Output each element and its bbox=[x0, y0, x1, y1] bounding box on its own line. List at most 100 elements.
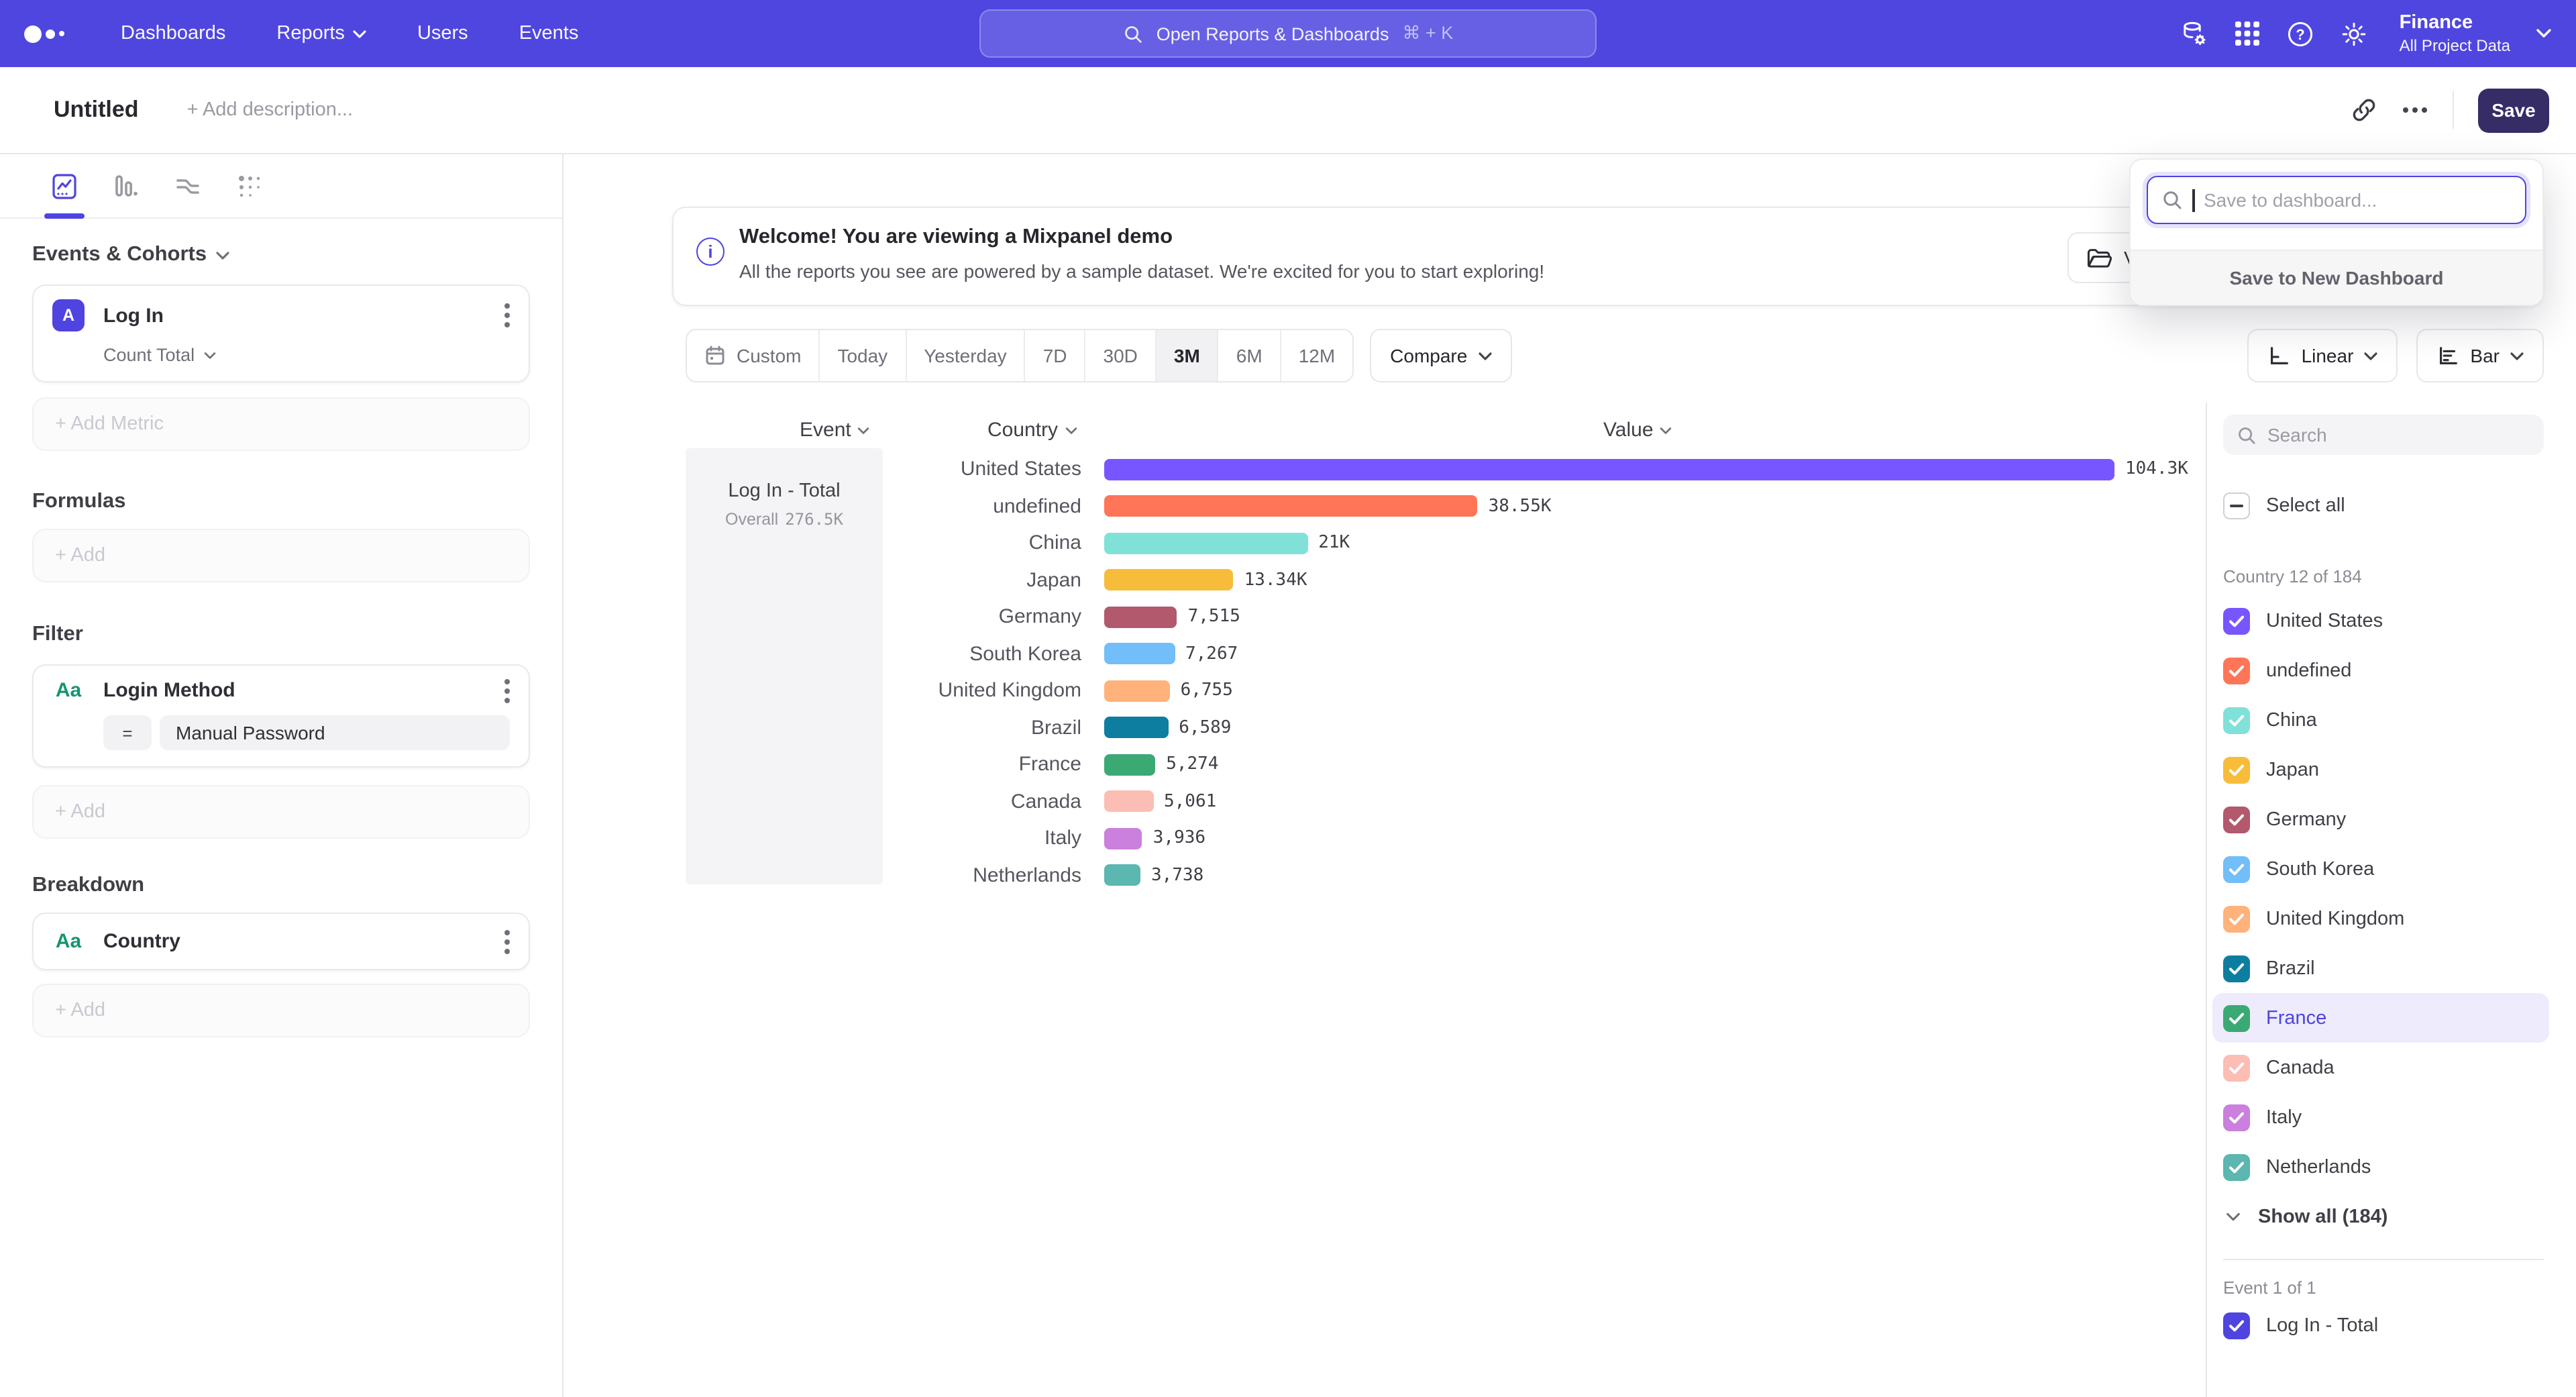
range-today[interactable]: Today bbox=[820, 330, 906, 381]
nav-users[interactable]: Users bbox=[417, 23, 468, 44]
country-checkbox-checked[interactable] bbox=[2223, 756, 2250, 783]
kebab-menu-icon[interactable] bbox=[504, 688, 510, 693]
tab-insights-chart[interactable] bbox=[48, 170, 80, 202]
copy-link-icon[interactable] bbox=[2351, 97, 2377, 123]
event-checkbox-row[interactable]: Log In - Total bbox=[2223, 1312, 2544, 1339]
bar-row: Germany7,515 bbox=[564, 599, 2206, 635]
filter-value[interactable]: Manual Password bbox=[160, 715, 510, 750]
bar[interactable] bbox=[1104, 717, 1168, 739]
country-checkbox-checked[interactable] bbox=[2223, 607, 2250, 634]
range-custom[interactable]: Custom bbox=[687, 330, 820, 381]
tab-funnels[interactable] bbox=[110, 170, 142, 202]
compare-button[interactable]: Compare bbox=[1370, 329, 1511, 382]
country-checkbox-checked[interactable] bbox=[2223, 657, 2250, 684]
series-search-input[interactable]: Search bbox=[2223, 415, 2544, 455]
country-filter-item[interactable]: China bbox=[2212, 695, 2549, 745]
add-filter-button[interactable]: + Add bbox=[32, 785, 530, 839]
metric-name[interactable]: Log In bbox=[103, 304, 164, 327]
country-checkbox-checked[interactable] bbox=[2223, 1004, 2250, 1031]
country-filter-item[interactable]: South Korea bbox=[2212, 844, 2549, 894]
filter-property-name[interactable]: Login Method bbox=[103, 679, 235, 702]
country-filter-item[interactable]: undefined bbox=[2212, 645, 2549, 695]
country-filter-item[interactable]: United States bbox=[2212, 596, 2549, 645]
bar[interactable] bbox=[1104, 680, 1170, 702]
country-checkbox-checked[interactable] bbox=[2223, 1104, 2250, 1131]
project-switcher[interactable]: Finance All Project Data bbox=[2400, 12, 2510, 55]
bar[interactable] bbox=[1104, 865, 1140, 886]
bar[interactable] bbox=[1104, 754, 1155, 776]
column-header-value[interactable]: Value bbox=[1603, 419, 1672, 442]
country-filter-item[interactable]: Germany bbox=[2212, 794, 2549, 844]
country-checkbox-checked[interactable] bbox=[2223, 707, 2250, 733]
bar[interactable] bbox=[1104, 459, 2114, 480]
country-filter-item[interactable]: Brazil bbox=[2212, 943, 2549, 993]
chart-type-selector-button[interactable]: Bar bbox=[2416, 329, 2544, 382]
bar[interactable] bbox=[1104, 828, 1142, 849]
apps-grid-icon[interactable] bbox=[2235, 20, 2261, 47]
country-checkbox-checked[interactable] bbox=[2223, 806, 2250, 833]
country-filter-item[interactable]: United Kingdom bbox=[2212, 894, 2549, 943]
country-checkbox-checked[interactable] bbox=[2223, 1153, 2250, 1180]
tab-flows[interactable] bbox=[172, 170, 204, 202]
report-title[interactable]: Untitled bbox=[54, 97, 139, 123]
country-filter-item[interactable]: Canada bbox=[2212, 1043, 2549, 1092]
select-all-checkbox-indeterminate[interactable] bbox=[2223, 493, 2250, 519]
chevron-down-icon[interactable] bbox=[2536, 28, 2552, 39]
range-30d[interactable]: 30D bbox=[1086, 330, 1157, 381]
tab-retention[interactable] bbox=[233, 170, 266, 202]
bar-category-label: Japan bbox=[564, 569, 1081, 592]
show-all-button[interactable]: Show all (184) bbox=[2223, 1202, 2544, 1232]
bar[interactable] bbox=[1104, 643, 1175, 665]
range-6m[interactable]: 6M bbox=[1219, 330, 1281, 381]
add-formula-button[interactable]: + Add bbox=[32, 529, 530, 582]
add-description[interactable]: + Add description... bbox=[187, 99, 353, 121]
save-to-dashboard-search-input[interactable]: Save to dashboard... bbox=[2147, 176, 2526, 224]
bar[interactable] bbox=[1104, 533, 1307, 554]
breakdown-property-name[interactable]: Country bbox=[103, 930, 180, 953]
range-label: 12M bbox=[1299, 345, 1335, 366]
global-search-button[interactable]: Open Reports & Dashboards ⌘ + K bbox=[979, 9, 1597, 58]
column-header-event[interactable]: Event bbox=[800, 419, 870, 442]
help-icon[interactable]: ? bbox=[2287, 19, 2315, 48]
country-filter-item[interactable]: Netherlands bbox=[2212, 1142, 2549, 1192]
save-to-new-dashboard-button[interactable]: Save to New Dashboard bbox=[2131, 250, 2542, 305]
filter-card-login-method[interactable]: Aa Login Method = Manual Password bbox=[32, 664, 530, 768]
data-management-icon[interactable] bbox=[2181, 19, 2209, 48]
bar[interactable] bbox=[1104, 570, 1234, 591]
save-button[interactable]: Save bbox=[2478, 88, 2549, 132]
bar[interactable] bbox=[1104, 791, 1153, 813]
filter-operator[interactable]: = bbox=[103, 715, 152, 750]
metric-card-log-in[interactable]: A Log In Count Total bbox=[32, 284, 530, 382]
project-name: Finance bbox=[2400, 12, 2510, 36]
country-checkbox-checked[interactable] bbox=[2223, 1054, 2250, 1081]
mixpanel-logo[interactable] bbox=[24, 25, 64, 42]
range-12m[interactable]: 12M bbox=[1281, 330, 1352, 381]
nav-dashboards[interactable]: Dashboards bbox=[121, 23, 225, 44]
range-7d[interactable]: 7D bbox=[1026, 330, 1086, 381]
country-checkbox-checked[interactable] bbox=[2223, 955, 2250, 982]
country-filter-item[interactable]: Italy bbox=[2212, 1092, 2549, 1142]
bar[interactable] bbox=[1104, 496, 1478, 517]
nav-events[interactable]: Events bbox=[519, 23, 579, 44]
breakdown-card-country[interactable]: Aa Country bbox=[32, 913, 530, 970]
more-options-icon[interactable] bbox=[2412, 107, 2418, 113]
add-metric-button[interactable]: + Add Metric bbox=[32, 397, 530, 451]
country-filter-item[interactable]: France bbox=[2212, 993, 2549, 1043]
country-checkbox-checked[interactable] bbox=[2223, 856, 2250, 882]
nav-reports[interactable]: Reports bbox=[276, 23, 366, 44]
country-checkbox-checked[interactable] bbox=[2223, 905, 2250, 932]
country-filter-item[interactable]: Japan bbox=[2212, 745, 2549, 794]
column-header-country[interactable]: Country bbox=[987, 419, 1077, 442]
aggregation-selector[interactable]: Count Total bbox=[103, 345, 510, 365]
scale-selector-button[interactable]: Linear bbox=[2248, 329, 2398, 382]
kebab-menu-icon[interactable] bbox=[504, 313, 510, 318]
add-breakdown-button[interactable]: + Add bbox=[32, 984, 530, 1037]
bar[interactable] bbox=[1104, 607, 1177, 628]
section-events-cohorts[interactable]: Events & Cohorts bbox=[32, 243, 530, 267]
event-checkbox-checked[interactable] bbox=[2223, 1312, 2250, 1339]
settings-gear-icon[interactable] bbox=[2341, 19, 2369, 48]
select-all-row[interactable]: Select all bbox=[2223, 493, 2544, 519]
range-3m[interactable]: 3M bbox=[1157, 330, 1219, 381]
kebab-menu-icon[interactable] bbox=[504, 939, 510, 944]
range-yesterday[interactable]: Yesterday bbox=[906, 330, 1026, 381]
